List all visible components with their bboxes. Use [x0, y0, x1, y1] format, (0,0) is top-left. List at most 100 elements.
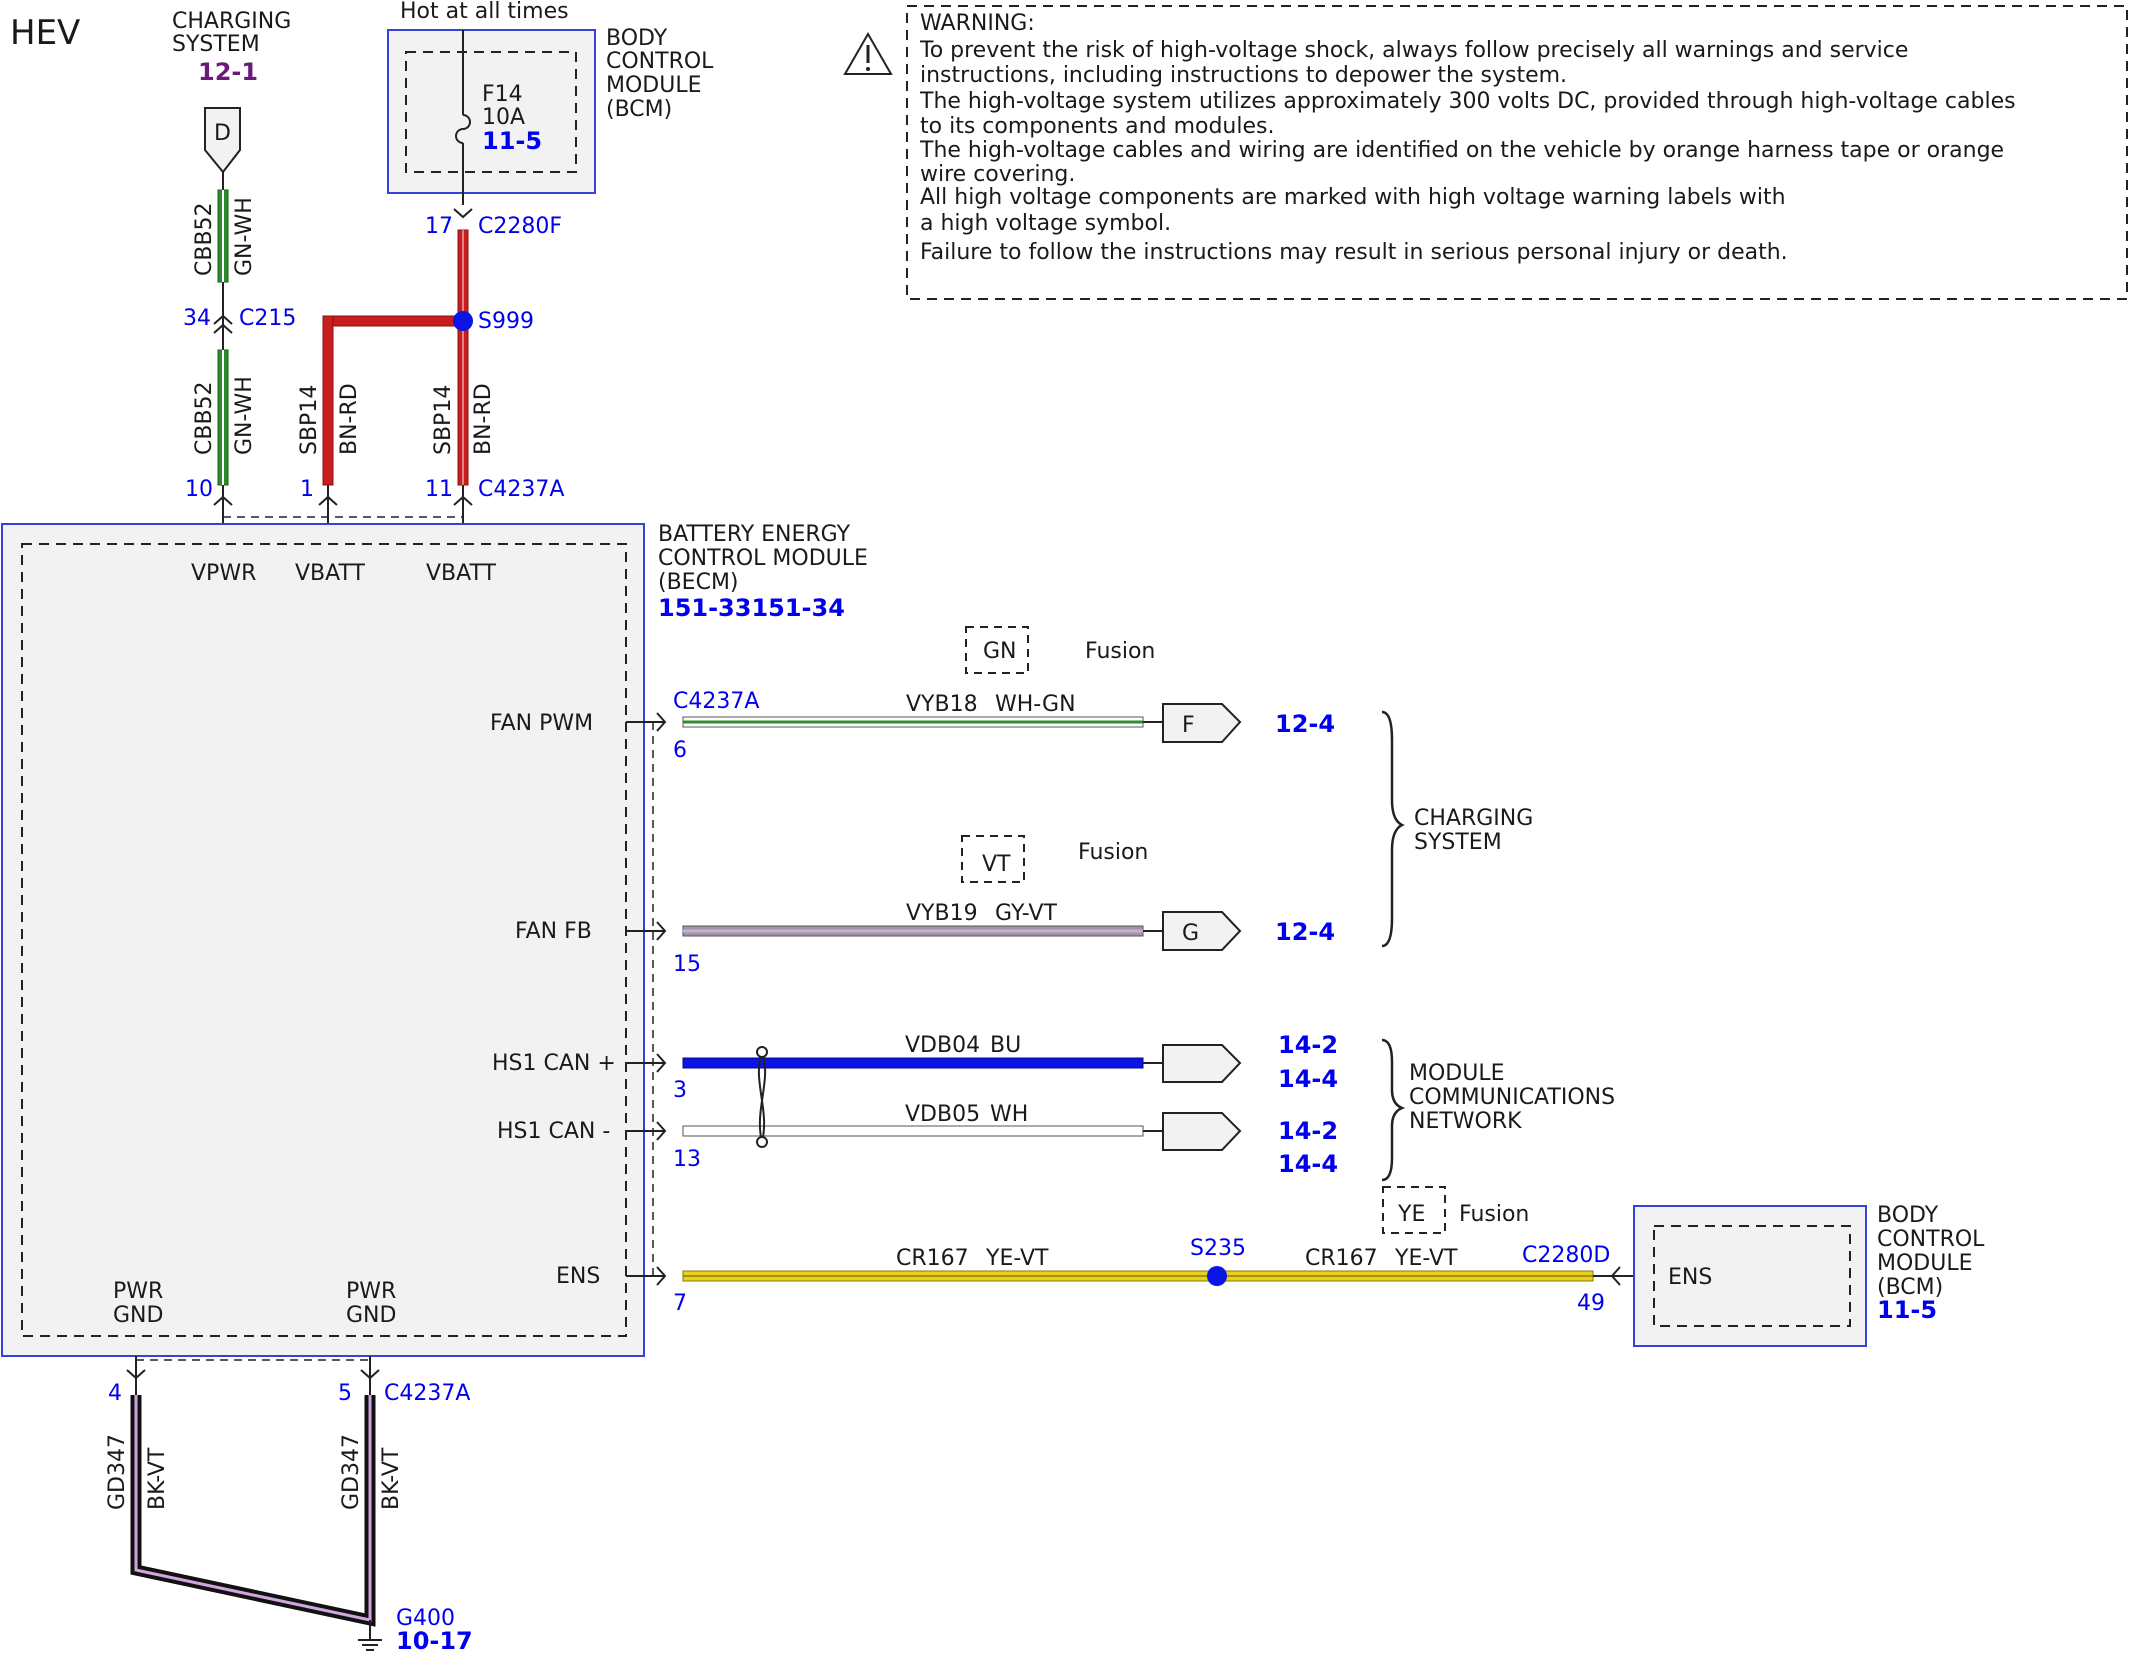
wire-color-label: BN-RD [337, 383, 362, 455]
wire-vyb19[interactable] [626, 921, 1163, 941]
charging-system-right-label: CHARGING [1414, 806, 1533, 831]
charging-system-top: CHARGING SYSTEM 12-1 D [172, 9, 291, 174]
charging-system-ref[interactable]: 12-1 [198, 58, 258, 86]
charging-system-label: CHARGING [172, 9, 291, 34]
bcm-right-label: CONTROL [1877, 1227, 1985, 1252]
connector-f-label: F [1182, 713, 1195, 738]
pin-label-vpwr: VPWR [191, 561, 256, 586]
bracket-icon [1381, 710, 1405, 948]
wire-circuit-label: GD347 [105, 1434, 130, 1510]
wire-circuit-label: VYB19 [906, 901, 978, 926]
ground-connector: C4237A [384, 1381, 470, 1406]
warning-line: WARNING: [920, 11, 1035, 36]
bcm-right-label: MODULE [1877, 1251, 1973, 1276]
fuse-name: F14 [482, 82, 523, 107]
pin-label-vbatt: VBATT [426, 561, 497, 586]
ground-pin: 4 [108, 1381, 122, 1406]
wire-color-label: YE-VT [985, 1246, 1049, 1271]
pin-label-pwr-gnd: GND [346, 1303, 396, 1328]
splice-s999-label: S999 [478, 309, 534, 334]
wire-circuit-label: CBB52 [192, 202, 217, 276]
wire-circuit-label: CR167 [896, 1246, 969, 1271]
can-high-ref[interactable]: 14-2 [1278, 1031, 1338, 1059]
can-low-ref[interactable]: 14-4 [1278, 1150, 1338, 1178]
connector-c4237a-top: 10 1 11 C4237A [185, 477, 564, 518]
wire-cr167[interactable] [626, 1266, 1648, 1286]
option-box-label: VT [982, 852, 1011, 877]
option-box-label: YE [1397, 1202, 1425, 1227]
wire-circuit-label: SBP14 [431, 385, 456, 455]
splice-s235-label: S235 [1190, 1236, 1246, 1261]
can-low-ref[interactable]: 14-2 [1278, 1117, 1338, 1145]
becm-ref[interactable]: 151-33151-34 [658, 594, 845, 622]
pin-label-pwr-gnd: GND [113, 1303, 163, 1328]
pin-label-pwr-gnd: PWR [346, 1279, 396, 1304]
can-low-pin: 13 [673, 1147, 701, 1172]
wire-color-label: BK-VT [379, 1447, 404, 1510]
wire-vdb04[interactable] [626, 1053, 1163, 1073]
wire-vyb18[interactable] [626, 712, 1163, 732]
wire-circuit-label: VDB05 [905, 1102, 980, 1127]
wire-color-label: GN-WH [232, 197, 257, 276]
pin-number: 1 [300, 477, 314, 502]
warning-line: instructions, including instructions to … [920, 63, 1567, 88]
becm-label: (BECM) [658, 570, 739, 595]
bcm-top-label: MODULE [606, 73, 702, 98]
pin-number: 10 [185, 477, 213, 502]
wire-circuit-label: VYB18 [906, 692, 978, 717]
pin-label-pwr-gnd: PWR [113, 1279, 163, 1304]
splice-s235[interactable] [1207, 1266, 1227, 1286]
can-high-pin: 3 [673, 1078, 687, 1103]
option-label: Fusion [1078, 840, 1148, 865]
connector-g-shape [1162, 911, 1242, 951]
bcm-top-label: (BCM) [606, 97, 672, 122]
c2280d-pin: 49 [1577, 1291, 1605, 1316]
fuse-ref[interactable]: 11-5 [482, 127, 542, 155]
wire-gd347[interactable] [130, 1356, 376, 1640]
option-label: Fusion [1459, 1202, 1529, 1227]
wire-vdb05[interactable] [626, 1121, 1163, 1141]
wire-circuit-label: CR167 [1305, 1246, 1378, 1271]
bcm-top-label: BODY [606, 26, 668, 51]
connector-d-label: D [214, 121, 231, 146]
wire-color-label: BN-RD [471, 383, 496, 455]
wire-circuit-label: SBP14 [297, 385, 322, 455]
ens-pin: 7 [673, 1291, 687, 1316]
becm-label: CONTROL MODULE [658, 546, 868, 571]
wire-color-label: GY-VT [995, 901, 1057, 926]
ground-pin: 5 [338, 1381, 352, 1406]
fan-pwm-pin: 6 [673, 738, 687, 763]
wire-cbb52[interactable] [217, 172, 229, 524]
fan-pwm-dest-ref[interactable]: 12-4 [1275, 710, 1335, 738]
warning-line: wire covering. [920, 162, 1075, 187]
pin-label-hs1-can-plus: HS1 CAN + [492, 1051, 616, 1076]
mcn-label: NETWORK [1409, 1109, 1522, 1134]
pin-label-fan-pwm: FAN PWM [490, 711, 593, 736]
bracket-icon [1381, 1038, 1406, 1182]
warning-line: a high voltage symbol. [920, 211, 1171, 236]
splice-s999[interactable] [453, 311, 473, 331]
warning-line: The high-voltage system utilizes approxi… [919, 89, 2016, 114]
hot-at-all-times-label: Hot at all times [400, 0, 569, 24]
warning-line: to its components and modules. [920, 114, 1274, 139]
wire-circuit-label: GD347 [339, 1434, 364, 1510]
bcm-right-pin-label: ENS [1668, 1265, 1712, 1290]
c4237a-name: C4237A [478, 477, 564, 502]
pin-label-fan-fb: FAN FB [515, 919, 592, 944]
c2280f-name: C2280F [478, 214, 562, 239]
pin-label-ens: ENS [556, 1264, 600, 1289]
ground-ref[interactable]: 10-17 [396, 1627, 473, 1653]
fan-fb-dest-ref[interactable]: 12-4 [1275, 918, 1335, 946]
c2280f-pin: 17 [425, 214, 453, 239]
warning-line: All high voltage components are marked w… [920, 185, 1786, 210]
connector-c4237a-bottom: 4 5 C4237A [108, 1359, 470, 1406]
mcn-label: COMMUNICATIONS [1409, 1085, 1615, 1110]
can-high-ref[interactable]: 14-4 [1278, 1065, 1338, 1093]
warning-line: The high-voltage cables and wiring are i… [919, 138, 2004, 163]
bcm-right-ref[interactable]: 11-5 [1877, 1296, 1937, 1324]
c215-name: C215 [239, 306, 296, 331]
c2280d-name: C2280D [1522, 1243, 1610, 1268]
wire-color-label: BU [990, 1033, 1021, 1058]
becm-label: BATTERY ENERGY [658, 522, 851, 547]
connector-g-label: G [1182, 921, 1199, 946]
